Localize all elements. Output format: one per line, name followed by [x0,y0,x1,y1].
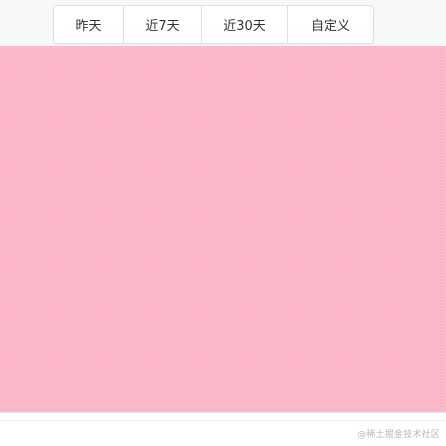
page: 昨天 近7天 近30天 自定义 @稀土掘金技术社区 [0,0,446,446]
option-yesterday-button[interactable]: 昨天 [54,6,124,43]
option-last-30-days-button[interactable]: 近30天 [202,6,288,43]
option-custom-button[interactable]: 自定义 [288,6,373,43]
option-yesterday-label: 昨天 [75,19,102,34]
option-last-7-days-button[interactable]: 近7天 [124,6,202,43]
content-canvas [0,46,446,412]
option-last-7-days-label: 近7天 [145,19,180,34]
option-custom-label: 自定义 [310,19,350,34]
divider-secondary [0,420,446,421]
date-range-selector: 昨天 近7天 近30天 自定义 [53,5,374,44]
divider [0,412,446,413]
option-last-30-days-label: 近30天 [223,19,266,34]
watermark-text: @稀土掘金技术社区 [357,430,440,440]
